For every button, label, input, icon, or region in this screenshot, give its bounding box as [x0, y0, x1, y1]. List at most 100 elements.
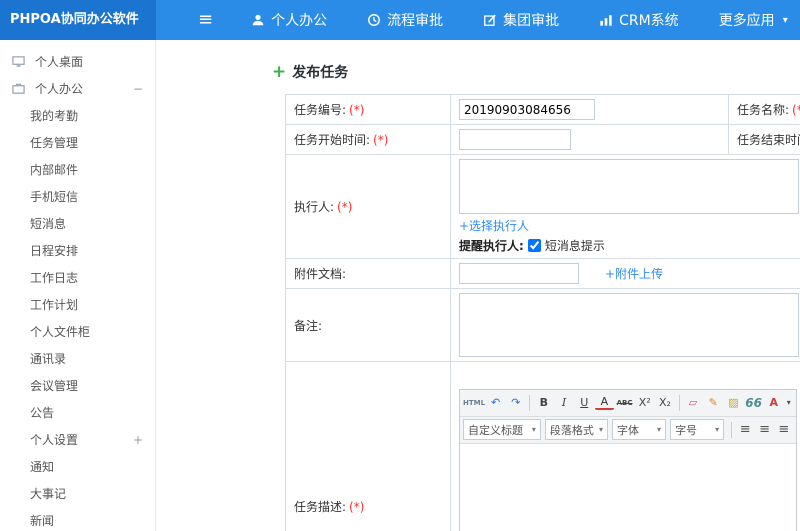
remark-textarea[interactable] — [459, 293, 799, 357]
choose-executor-link[interactable]: +选择执行人 — [459, 219, 529, 233]
sms-remind-label: 短消息提示 — [544, 239, 605, 253]
sidebar-item-personal-settings[interactable]: 个人设置 + — [0, 426, 155, 453]
sidebar: 个人桌面 个人办公 − 我的考勤 任务管理 内部邮件 手机短信 短消息 日程安排… — [0, 40, 156, 531]
executor-textarea[interactable] — [459, 159, 799, 214]
size-select[interactable]: 字号 ▾ — [670, 419, 725, 440]
editor-toolbar-row1: HTML ↶ ↷ B I U A ABC X² X₂ ▱ ✎ ▨ 66 A ▾ — [460, 389, 796, 417]
nav-more-apps[interactable]: 更多应用 ▾ — [719, 10, 788, 30]
underline-icon[interactable]: U — [575, 392, 594, 413]
start-time-value-cell — [450, 124, 729, 155]
italic-icon[interactable]: I — [554, 392, 573, 413]
heading-select[interactable]: 自定义标题 ▾ — [463, 419, 541, 440]
sidebar-item-news[interactable]: 新闻 — [0, 507, 155, 531]
briefcase-icon — [12, 82, 28, 95]
strikethrough-icon[interactable]: ABC — [615, 392, 634, 413]
format-brush-icon[interactable]: ✎ — [704, 392, 723, 413]
attachment-input[interactable] — [459, 263, 579, 284]
sidebar-item-contacts[interactable]: 通讯录 — [0, 345, 155, 372]
sms-remind-checkbox[interactable] — [527, 239, 541, 252]
sidebar-item-notification[interactable]: 通知 — [0, 453, 155, 480]
subscript-icon[interactable]: X₂ — [655, 392, 674, 413]
toolbar-separator — [678, 394, 680, 411]
add-task-icon: + — [272, 62, 287, 82]
start-time-input[interactable] — [459, 129, 571, 150]
app-logo: PHPOA协同办公软件 — [0, 0, 156, 40]
text-color-caret-icon[interactable]: ▾ — [784, 392, 793, 413]
top-header: PHPOA协同办公软件 ≡ 个人办公 流程审批 集团审批 CRM系统 更多应用 … — [0, 0, 800, 40]
rich-text-editor: HTML ↶ ↷ B I U A ABC X² X₂ ▱ ✎ ▨ 66 A ▾ … — [459, 388, 797, 531]
text-color-icon[interactable]: A — [764, 392, 783, 413]
executor-label: 执行人: — [294, 200, 335, 214]
remove-format-icon[interactable]: ▱ — [683, 392, 702, 413]
source-icon[interactable]: HTML — [463, 392, 485, 413]
nav-process-approval[interactable]: 流程审批 — [367, 10, 443, 30]
task-name-label: 任务名称: — [737, 103, 790, 117]
sidebar-item-announcement[interactable]: 公告 — [0, 399, 155, 426]
start-time-label-cell: 任务开始时间: (*) — [285, 124, 451, 155]
remark-label-cell: 备注: — [285, 288, 451, 362]
nav-group-approval[interactable]: 集团审批 — [483, 10, 559, 30]
sidebar-item-personal-desktop[interactable]: 个人桌面 — [0, 48, 155, 75]
superscript-icon[interactable]: X² — [635, 392, 654, 413]
nav-personal-office[interactable]: 个人办公 — [251, 10, 327, 30]
chevron-down-icon: ▾ — [531, 425, 536, 434]
expand-icon[interactable]: + — [133, 433, 143, 447]
desktop-icon — [12, 55, 28, 68]
attachment-upload-link[interactable]: +附件上传 — [605, 265, 663, 282]
task-number-input[interactable] — [459, 99, 595, 120]
task-number-label: 任务编号: — [294, 103, 347, 117]
page-title-text: 发布任务 — [292, 65, 349, 81]
row-remark: 备注: — [285, 288, 800, 362]
font-select[interactable]: 字体 ▾ — [612, 419, 667, 440]
attachment-label: 附件文档: — [294, 267, 347, 281]
sidebar-item-short-message[interactable]: 短消息 — [0, 210, 155, 237]
sidebar-item-mobile-sms[interactable]: 手机短信 — [0, 183, 155, 210]
end-time-label: 任务结束时间: — [737, 133, 800, 147]
redo-icon[interactable]: ↷ — [506, 392, 525, 413]
sidebar-item-my-attendance[interactable]: 我的考勤 — [0, 102, 155, 129]
sidebar-item-task-management[interactable]: 任务管理 — [0, 129, 155, 156]
edit-square-icon — [483, 13, 497, 27]
toolbar-separator — [529, 394, 531, 411]
editor-content-area[interactable] — [460, 443, 796, 531]
editor-toolbar-row2: 自定义标题 ▾ 段落格式 ▾ 字体 ▾ 字号 ▾ ≡ ≡ ≡ — [460, 416, 796, 444]
main-content: + 发布任务 任务编号:(*) 任务名称:(*) — [156, 40, 800, 531]
align-center-icon[interactable]: ≡ — [755, 419, 773, 440]
sidebar-item-internal-mail[interactable]: 内部邮件 — [0, 156, 155, 183]
row-task-number: 任务编号:(*) 任务名称:(*) — [285, 94, 800, 125]
nav-crm-system[interactable]: CRM系统 — [599, 10, 679, 30]
chevron-down-icon: ▾ — [599, 425, 604, 434]
required-mark: (*) — [349, 103, 365, 117]
paragraph-select[interactable]: 段落格式 ▾ — [544, 419, 609, 440]
description-label: 任务描述: — [294, 500, 347, 514]
remind-executor-label: 提醒执行人: — [459, 239, 524, 253]
remark-label: 备注: — [294, 318, 323, 333]
row-attachment: 附件文档: +附件上传 — [285, 258, 800, 289]
font-color-icon[interactable]: A — [594, 395, 614, 410]
bold-icon[interactable]: B — [534, 392, 553, 413]
align-right-icon[interactable]: ≡ — [775, 419, 793, 440]
blockquote-icon[interactable]: 66 — [744, 392, 763, 413]
page-title: + 发布任务 — [272, 62, 800, 82]
collapse-icon[interactable]: − — [133, 82, 143, 96]
required-mark: (*) — [792, 103, 800, 117]
row-task-time: 任务开始时间:(*) 任务结束时间:(*) — [285, 124, 800, 155]
align-left-icon[interactable]: ≡ — [736, 419, 754, 440]
sidebar-item-file-cabinet[interactable]: 个人文件柜 — [0, 318, 155, 345]
person-icon — [251, 13, 265, 27]
chevron-down-icon: ▾ — [715, 425, 720, 434]
sidebar-item-events[interactable]: 大事记 — [0, 480, 155, 507]
sidebar-item-schedule[interactable]: 日程安排 — [0, 237, 155, 264]
sidebar-item-work-plan[interactable]: 工作计划 — [0, 291, 155, 318]
task-number-value-cell — [450, 94, 729, 125]
required-mark: (*) — [349, 500, 365, 514]
sidebar-item-personal-office[interactable]: 个人办公 − — [0, 75, 155, 102]
row-executor: 执行人: (*) +选择执行人 提醒执行人: 短消息提示 — [285, 154, 800, 259]
sidebar-item-meeting-management[interactable]: 会议管理 — [0, 372, 155, 399]
fill-color-icon[interactable]: ▨ — [724, 392, 743, 413]
undo-icon[interactable]: ↶ — [486, 392, 505, 413]
task-name-label-cell: 任务名称:(*) — [728, 94, 800, 125]
clock-icon — [367, 13, 381, 27]
hamburger-icon[interactable]: ≡ — [198, 0, 213, 40]
sidebar-item-work-log[interactable]: 工作日志 — [0, 264, 155, 291]
